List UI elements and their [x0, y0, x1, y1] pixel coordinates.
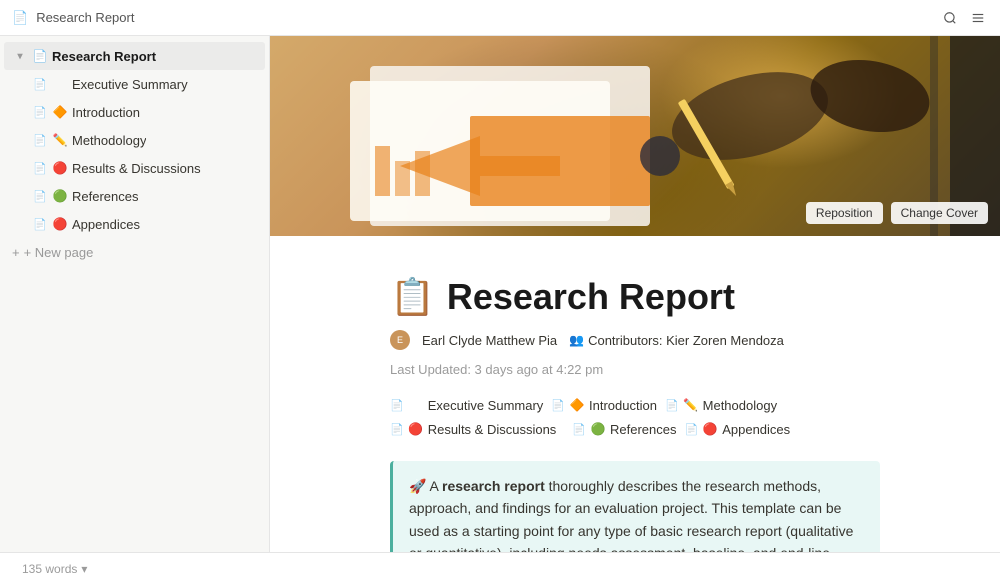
chevron-icon: ▾ — [12, 48, 28, 64]
contributors-icon: 👥 — [569, 333, 584, 347]
app-header-title: Research Report — [36, 10, 134, 25]
sidebar-root-label: Research Report — [52, 49, 156, 64]
child-color-icon-5: 🟢 — [52, 188, 68, 204]
subpage-label-2: Introduction — [589, 398, 657, 413]
sidebar-item-results[interactable]: 📄 🔴 Results & Discussions — [4, 154, 265, 182]
child-color-icon-6: 🔴 — [52, 216, 68, 232]
subpage-doc-icon-3: 📄 — [665, 399, 679, 412]
callout-teal-icon: 🚀 — [409, 478, 426, 494]
sidebar-item-root[interactable]: ▾ 📄 Research Report — [4, 42, 265, 70]
child-doc-icon-3: 📄 — [32, 132, 48, 148]
reposition-button[interactable]: Reposition — [806, 202, 883, 224]
subpage-label-3: Methodology — [703, 398, 777, 413]
child-color-icon-4: 🔴 — [52, 160, 68, 176]
subpage-methodology[interactable]: 📄 ✏️ Methodology — [665, 397, 777, 413]
subpage-references[interactable]: 📄 🟢 References — [572, 421, 676, 437]
subpages-row: 📄 Executive Summary 📄 🔶 Introduction 📄 ✏… — [390, 397, 880, 437]
callout-teal: 🚀 A research report thoroughly describes… — [390, 461, 880, 552]
page-title: Research Report — [447, 276, 735, 318]
subpage-doc-icon-2: 📄 — [551, 399, 565, 412]
layout-button[interactable] — [968, 8, 988, 28]
child-doc-icon-1: 📄 — [32, 76, 48, 92]
callout-bold-text: research report — [442, 478, 545, 494]
contributors-text: Contributors: Kier Zoren Mendoza — [588, 333, 784, 348]
bottom-bar: 135 words ▾ — [0, 552, 1000, 584]
subpage-intro[interactable]: 📄 🔶 Introduction — [551, 397, 657, 413]
child-doc-icon-5: 📄 — [32, 188, 48, 204]
sidebar-item-introduction[interactable]: 📄 🔶 Introduction — [4, 98, 265, 126]
sidebar-child-label-2: Introduction — [72, 105, 140, 120]
subpage-color-icon-2: 🔶 — [569, 397, 585, 413]
root-doc-icon: 📄 — [32, 48, 48, 64]
cover-image-container: Reposition Change Cover — [270, 36, 1000, 236]
meta-row: E Earl Clyde Matthew Pia 👥 Contributors:… — [390, 330, 880, 377]
subpage-executive[interactable]: 📄 Executive Summary — [390, 397, 543, 413]
subpage-results[interactable]: 📄 🔴 Results & Discussions — [390, 421, 556, 437]
sidebar-item-appendices[interactable]: 📄 🔴 Appendices — [4, 210, 265, 238]
last-updated: Last Updated: 3 days ago at 4:22 pm — [390, 362, 603, 377]
subpage-color-icon-5: 🟢 — [590, 421, 606, 437]
subpage-label-1: Executive Summary — [428, 398, 544, 413]
search-button[interactable] — [940, 8, 960, 28]
page-emoji: 📋 — [390, 276, 435, 318]
subpage-color-icon-4: 🔴 — [408, 421, 424, 437]
change-cover-button[interactable]: Change Cover — [891, 202, 988, 224]
child-color-icon-3: ✏️ — [52, 132, 68, 148]
app-header-actions — [940, 8, 988, 28]
contributors: 👥 Contributors: Kier Zoren Mendoza — [569, 333, 784, 348]
page-body: 📋 Research Report E Earl Clyde Matthew P… — [270, 236, 1000, 552]
sidebar-child-label-3: Methodology — [72, 133, 146, 148]
child-doc-icon-2: 📄 — [32, 104, 48, 120]
subpage-color-icon-6: 🔴 — [702, 421, 718, 437]
subpage-doc-icon-5: 📄 — [572, 423, 586, 436]
sidebar-item-executive-summary[interactable]: 📄 Executive Summary — [4, 70, 265, 98]
subpage-color-icon-3: ✏️ — [683, 397, 699, 413]
sidebar-child-label-4: Results & Discussions — [72, 161, 201, 176]
plus-icon: + — [12, 245, 20, 260]
subpage-label-4: Results & Discussions — [428, 422, 557, 437]
word-count-chevron: ▾ — [81, 562, 87, 576]
subpage-doc-icon-6: 📄 — [685, 423, 699, 436]
subpage-color-icon-1 — [408, 397, 424, 413]
sidebar-item-references[interactable]: 📄 🟢 References — [4, 182, 265, 210]
child-color-icon-1 — [52, 76, 68, 92]
new-page-label: + New page — [24, 245, 94, 260]
subpage-label-6: Appendices — [722, 422, 790, 437]
word-count-button[interactable]: 135 words ▾ — [16, 560, 93, 578]
subpage-label-5: References — [610, 422, 676, 437]
sidebar-child-label-1: Executive Summary — [72, 77, 188, 92]
new-page-button[interactable]: + + New page — [4, 238, 265, 266]
child-doc-icon-4: 📄 — [32, 160, 48, 176]
sidebar-child-label-6: Appendices — [72, 217, 140, 232]
sidebar-child-label-5: References — [72, 189, 138, 204]
word-count-text: 135 words — [22, 562, 77, 576]
author-name: Earl Clyde Matthew Pia — [422, 333, 557, 348]
author-avatar: E — [390, 330, 410, 350]
main-content: Reposition Change Cover 📋 Research Repor… — [270, 36, 1000, 552]
subpage-appendices[interactable]: 📄 🔴 Appendices — [685, 421, 791, 437]
sidebar-tree: ▾ 📄 Research Report 📄 Executive Summary … — [0, 36, 269, 272]
subpage-doc-icon-4: 📄 — [390, 423, 404, 436]
cover-buttons: Reposition Change Cover — [806, 202, 988, 224]
app-header: 📄 Research Report — [0, 0, 1000, 36]
sidebar: ▾ 📄 Research Report 📄 Executive Summary … — [0, 36, 270, 552]
page-title-row: 📋 Research Report — [390, 276, 880, 318]
app-header-icon: 📄 — [12, 10, 28, 26]
child-color-icon-2: 🔶 — [52, 104, 68, 120]
child-doc-icon-6: 📄 — [32, 216, 48, 232]
subpage-doc-icon-1: 📄 — [390, 399, 404, 412]
sidebar-item-methodology[interactable]: 📄 ✏️ Methodology — [4, 126, 265, 154]
